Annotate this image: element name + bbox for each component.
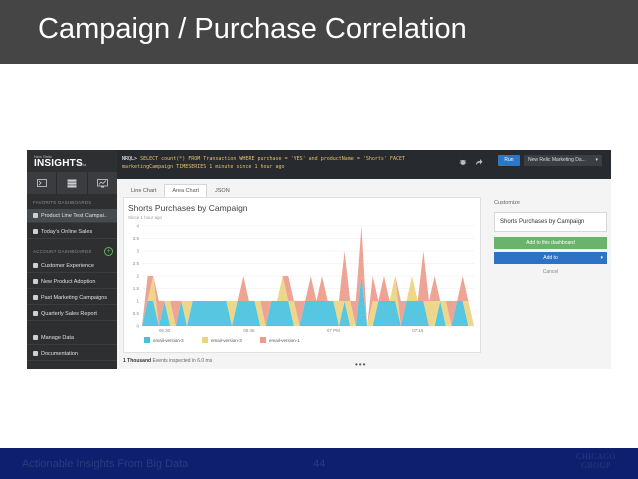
tab-area-chart[interactable]: Area Chart [164, 184, 207, 197]
customize-panel: Customize Shorts Purchases by Campaign A… [485, 179, 611, 369]
legend-swatch [202, 337, 208, 343]
terminal-icon[interactable] [27, 172, 58, 194]
sidebar-item-product-line-test[interactable]: Product Line Test Campai.. [27, 209, 117, 223]
sidebar-item-label: Customer Experience [41, 262, 94, 269]
tab-line-chart[interactable]: Line Chart [123, 184, 164, 197]
y-tick-label: 3.5 [133, 236, 140, 241]
x-tick-label: 07 PM [327, 328, 340, 333]
sidebar: New Relic INSIGHTS Beta FAVORITE DASHBOA… [27, 150, 117, 369]
legend-label[interactable]: email-version-1 [269, 338, 300, 343]
legend-label[interactable]: email-version-2 [153, 338, 184, 343]
y-tick-label: 0.5 [133, 311, 140, 316]
query-text-1: SELECT count(*) FROM Transaction WHERE p… [140, 156, 405, 162]
sidebar-item-label: Past Marketing Campaigns [41, 294, 108, 301]
gear-icon [33, 335, 38, 340]
sidebar-item-customer-experience[interactable]: Customer Experience [27, 259, 117, 273]
area-chart[interactable]: 0 0.5 1 1.5 2 2.5 3 3.5 4 06:30 06:45 07 PM 07:15 ema… [124, 220, 480, 352]
briefcase-icon [33, 295, 38, 300]
footer-text: Actionable Insights From Big Data [22, 458, 189, 470]
sidebar-item-quarterly-sales-report[interactable]: Quarterly Sales Report [27, 307, 117, 321]
add-to-button[interactable]: Add to ▾ [494, 252, 607, 264]
sidebar-item-todays-online-sales[interactable]: Today's Online Sales [27, 225, 117, 239]
x-tick-label: 07:15 [412, 328, 424, 333]
y-tick-label: 0 [136, 324, 139, 329]
query-line-1[interactable]: NRQL> SELECT count(*) FROM Transaction W… [122, 156, 405, 162]
add-to-dashboard-button[interactable]: Add to this dashboard [494, 237, 607, 249]
page-number: 44 [313, 458, 326, 470]
y-tick-label: 1 [136, 299, 139, 304]
status-line: 1 Thousand Events inspected in 6.0 ms [123, 358, 212, 364]
chart-title-input[interactable]: Shorts Purchases by Campaign [494, 212, 607, 232]
legend-swatch [144, 337, 150, 343]
trophy-icon [33, 263, 38, 268]
beta-label: Beta [78, 162, 87, 167]
sidebar-icon-bar [27, 172, 117, 194]
x-tick-label: 06:45 [243, 328, 255, 333]
chart-title: Shorts Purchases by Campaign [128, 203, 248, 213]
account-heading: ACCOUNT DASHBOARDS [33, 249, 92, 254]
query-bar: NRQL> SELECT count(*) FROM Transaction W… [117, 150, 611, 179]
rocket-icon [33, 279, 38, 284]
sidebar-item-label: Quarterly Sales Report [41, 310, 97, 317]
logo-line-2: GROUP [581, 461, 611, 470]
add-dashboard-icon[interactable]: + [104, 247, 113, 256]
add-to-label: Add to [543, 255, 558, 261]
y-tick-label: 3 [136, 249, 139, 254]
slide-title: Campaign / Purchase Correlation [38, 13, 467, 45]
sidebar-item-manage-data[interactable]: Manage Data [27, 331, 117, 345]
sidebar-item-new-product-adoption[interactable]: New Product Adoption [27, 275, 117, 289]
bug-icon[interactable] [459, 158, 467, 166]
sidebar-item-label: Product Line Test Campai.. [41, 212, 107, 219]
cancel-link[interactable]: Cancel [494, 269, 607, 275]
dashboard-select[interactable]: New Relic Marketing Da... ▾ [524, 155, 602, 166]
main-panel: Line Chart Area Chart JSON Shorts Purcha… [117, 179, 485, 369]
query-text-2: marketingCampaign TIMESERIES 1 minute si… [122, 164, 285, 170]
nrql-prompt: NRQL> [122, 156, 138, 162]
more-icon[interactable]: ••• [355, 360, 366, 369]
dollar-icon [33, 311, 38, 316]
chart-tabs: Line Chart Area Chart JSON [123, 184, 238, 197]
run-button[interactable]: Run [498, 155, 520, 166]
user-icon [33, 213, 38, 218]
favorites-heading: FAVORITE DASHBOARDS [33, 200, 92, 205]
sidebar-item-label: New Product Adoption [41, 278, 96, 285]
y-tick-label: 4 [136, 224, 139, 229]
logo-line-1: CHICAGO [576, 452, 616, 461]
y-tick-label: 1.5 [133, 286, 140, 291]
y-tick-label: 2 [136, 274, 139, 279]
dashboard-icon[interactable] [88, 172, 117, 194]
query-icons [459, 158, 483, 166]
legend-swatch [260, 337, 266, 343]
query-line-2[interactable]: marketingCampaign TIMESERIES 1 minute si… [122, 164, 285, 170]
sidebar-item-label: Manage Data [41, 334, 75, 341]
caret-down-icon: ▾ [600, 255, 603, 261]
logo: INSIGHTS [34, 158, 83, 169]
dashboard-select-label: New Relic Marketing Da... [528, 157, 586, 163]
footer-logo: CHICAGO GROUP [567, 452, 625, 470]
sidebar-item-past-marketing-campaigns[interactable]: Past Marketing Campaigns [27, 291, 117, 305]
status-count: 1 Thousand [123, 358, 152, 364]
footer: Actionable Insights From Big Data 44 CHI… [0, 448, 638, 479]
sidebar-item-documentation[interactable]: Documentation [27, 347, 117, 361]
sidebar-item-label: Today's Online Sales [41, 228, 93, 235]
legend-label[interactable]: email-version-3 [211, 338, 242, 343]
chevron-down-icon: ▾ [595, 157, 598, 163]
title-bar: Campaign / Purchase Correlation [0, 0, 638, 64]
customize-label: Customize [494, 200, 520, 206]
chart-card: Shorts Purchases by Campaign Since 1 hou… [123, 197, 481, 353]
x-tick-label: 06:30 [159, 328, 171, 333]
tab-json[interactable]: JSON [207, 184, 238, 197]
status-text: Events inspected in 6.0 ms [152, 358, 213, 364]
share-icon[interactable] [475, 158, 483, 166]
insights-screenshot: New Relic INSIGHTS Beta FAVORITE DASHBOA… [27, 150, 611, 369]
book-icon [33, 351, 38, 356]
flag-icon [33, 229, 38, 234]
database-icon[interactable] [57, 172, 88, 194]
slide: Campaign / Purchase Correlation New Reli… [0, 0, 638, 479]
sidebar-item-label: Documentation [41, 350, 78, 357]
y-tick-label: 2.5 [133, 261, 140, 266]
